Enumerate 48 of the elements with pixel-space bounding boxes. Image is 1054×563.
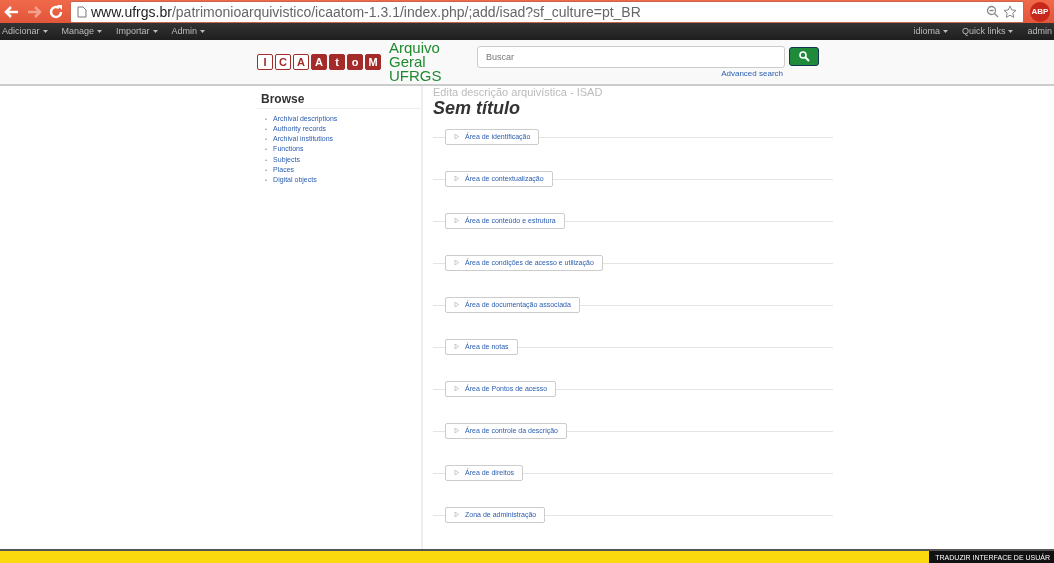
menu-item[interactable]: Admin — [171, 26, 206, 37]
logo-letter: o — [347, 53, 363, 70]
advanced-search-link[interactable]: Advanced search — [721, 68, 783, 78]
back-icon[interactable] — [4, 3, 20, 20]
star-icon[interactable] — [1003, 4, 1017, 19]
caret-icon — [200, 29, 206, 33]
caret-icon — [1008, 29, 1014, 33]
logo-letter: I — [257, 53, 273, 70]
logo-letter: A — [293, 53, 309, 70]
url-host: www.ufrgs.br — [91, 3, 172, 20]
site-name: Arquivo — [389, 40, 441, 55]
menu-item[interactable]: Manage — [61, 26, 103, 37]
triangle-icon — [454, 344, 459, 350]
triangle-icon — [454, 470, 459, 476]
menu-item[interactable]: Adicionar — [2, 26, 48, 37]
page-subtitle: Edita descrição arquivística - ISAD — [433, 85, 604, 98]
zoom-icon[interactable] — [986, 5, 999, 19]
logo-letter: t — [329, 53, 345, 70]
sidebar-title: Browse — [257, 85, 421, 109]
logo-letter: A — [311, 53, 327, 70]
extension-button[interactable]: ABP — [1030, 1, 1050, 22]
menu-item[interactable]: admin — [1027, 26, 1052, 37]
caret-icon — [152, 29, 158, 33]
triangle-icon — [454, 134, 459, 140]
menu-item[interactable]: Importar — [116, 26, 158, 37]
reload-icon[interactable] — [48, 3, 64, 20]
address-bar[interactable]: www.ufrgs.br/patrimonioarquivistico/icaatom-1.3.1/index.php/;add/isad?sf_culture=pt_BR — [70, 0, 1024, 23]
caret-icon — [942, 29, 948, 33]
caret-icon — [42, 29, 48, 33]
search-button[interactable] — [789, 47, 819, 67]
url-path: /patrimonioarquivistico/icaatom-1.3.1/index.php/;add/isad?sf_culture=pt_BR — [171, 3, 641, 20]
page-icon — [77, 5, 87, 18]
triangle-icon — [454, 176, 459, 182]
caret-icon — [97, 29, 103, 33]
search-field[interactable]: Buscar — [477, 45, 785, 68]
triangle-icon — [454, 218, 459, 224]
page-title: Sem título — [433, 97, 520, 119]
search-icon — [798, 51, 810, 63]
logo-letter: M — [365, 53, 381, 70]
triangle-icon — [454, 302, 459, 308]
logo-letter: C — [275, 53, 291, 70]
triangle-icon — [454, 512, 459, 518]
triangle-icon — [454, 386, 459, 392]
triangle-icon — [454, 260, 459, 266]
site-name: UFRGS — [389, 68, 443, 83]
triangle-icon — [454, 428, 459, 434]
menu-item[interactable]: Quick links — [961, 26, 1014, 37]
menu-item[interactable]: idioma — [913, 26, 948, 37]
